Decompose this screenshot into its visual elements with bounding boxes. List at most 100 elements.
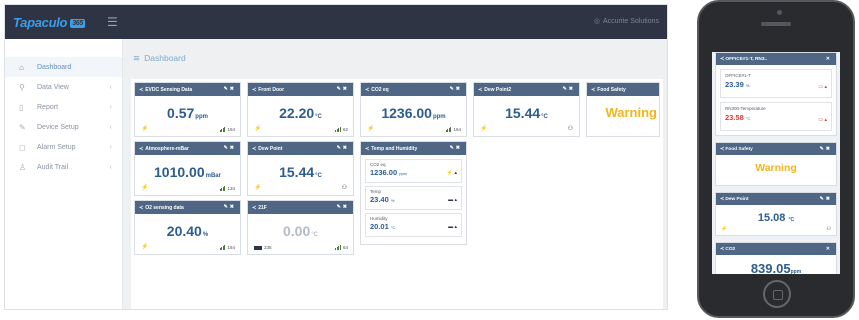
- card-tools[interactable]: ✎✖: [337, 145, 349, 151]
- widget-card[interactable]: ≺ CO2 eq ✎✖ 1236.00ppm ⚡ 164: [360, 82, 467, 137]
- card-tools[interactable]: ✎✖: [224, 86, 236, 92]
- plug-icon: ⚡: [141, 244, 149, 250]
- value-number: 0.00: [283, 223, 311, 239]
- document-icon: ▯: [19, 102, 24, 112]
- phone-widget-card[interactable]: ≺ CO2 ✕ 839.05ppm: [715, 242, 837, 274]
- widget-card[interactable]: ≺ O2 sensing data ✎✖ 20.40% ⚡ 164: [134, 200, 241, 255]
- plug-icon: ⚡: [141, 185, 149, 191]
- card-tools[interactable]: ✎✖: [450, 145, 462, 151]
- card-tools[interactable]: ✎✖: [820, 196, 832, 202]
- phone-widget-card[interactable]: ≺ Food Safety ✎✖ Warning: [715, 142, 837, 186]
- share-icon[interactable]: ≺: [365, 146, 369, 152]
- widget-card[interactable]: ≺ EVDC Sensing Data ✎✖ 0.57ppm ⚡ 164: [134, 82, 241, 137]
- card-title: Temp and Humidity: [371, 145, 418, 152]
- search-icon: ⚲: [19, 82, 25, 92]
- value-unit: °C: [745, 116, 751, 121]
- value-number: 23.40: [370, 195, 389, 204]
- sub-reading-value: 23.40 %: [370, 195, 457, 204]
- card-header: ≺ Front Door ✎✖: [248, 83, 353, 96]
- widget-card[interactable]: ≺ Food Safety Warning: [586, 82, 660, 137]
- share-icon[interactable]: ≺: [252, 146, 256, 152]
- phone-device: ≺ OFFICE#1-T, RN3.. ✕ OFFICE#1-T 23.39 %…: [697, 0, 855, 318]
- sub-reading[interactable]: CO2 eq 1236.00 ppm ⚡ ▴: [365, 159, 462, 183]
- user-name: Accurite Solutions: [602, 17, 659, 25]
- battery-indicator: 235: [254, 245, 272, 250]
- widget-card[interactable]: ≺ Dew Point2 ✎✖ 15.44°C ⚡ ⚇: [473, 82, 580, 137]
- sub-reading-label: OFFICE#1-T: [725, 73, 751, 78]
- signal-indicator: 164: [445, 127, 461, 132]
- desktop-app-window: Tapaculo 365 ☰ ◎ Accurite Solutions ⌂ Das…: [4, 4, 668, 310]
- share-icon[interactable]: ≺: [252, 205, 256, 211]
- card-tools[interactable]: ✎✖: [820, 146, 832, 152]
- signal-indicator: 64: [335, 245, 348, 250]
- close-icon[interactable]: ✕: [826, 246, 832, 252]
- sub-reading[interactable]: Temp 23.40 % ▬ ▴: [365, 186, 462, 210]
- card-body: 1236.00ppm ⚡ 164: [361, 96, 466, 136]
- widget-card[interactable]: ≺ Atmosphere-mBar ✎✖ 1010.00mBar ⚡ 134: [134, 141, 241, 196]
- card-title: Atmosphere-mBar: [145, 145, 189, 152]
- card-tools[interactable]: ✎✖: [224, 204, 236, 210]
- sidebar-item-device-setup[interactable]: ✎ Device Setup ‹: [5, 117, 122, 137]
- multi-widget-card[interactable]: ≺ Temp and Humidity ✎✖ CO2 eq 1236.00 pp…: [360, 141, 467, 245]
- card-body: 15.44°C ⚡ ⚇: [248, 155, 353, 195]
- card-header: ≺ Dew Point ✎✖: [248, 142, 353, 155]
- value-number: 20.40: [166, 223, 202, 239]
- card-tools[interactable]: ✎✖: [224, 145, 236, 151]
- card-title: Food Safety: [725, 146, 753, 152]
- card-header: ≺ CO2 ✕: [716, 243, 836, 255]
- card-tools[interactable]: ✎✖: [563, 86, 575, 92]
- hamburger-menu-icon[interactable]: ☰: [107, 15, 118, 29]
- widget-card[interactable]: ≺ 21F ✎✖ 0.00°C 235 64: [247, 200, 354, 255]
- widget-card[interactable]: ≺ Front Door ✎✖ 22.20°C ⚡ 62: [247, 82, 354, 137]
- phone-widget-card[interactable]: ≺ Dew Point ✎✖ 15.08 °C ⚡ ⚇: [715, 192, 837, 236]
- value-unit: °C: [541, 114, 548, 120]
- sub-reading-label: RN300-Temperature: [725, 106, 766, 111]
- share-icon[interactable]: ≺: [139, 205, 143, 211]
- sub-reading[interactable]: RN300-Temperature 23.58 °C ▭ ▴: [720, 102, 832, 131]
- card-value: 1010.00mBar: [135, 164, 240, 180]
- card-value: 0.57ppm: [135, 105, 240, 121]
- card-tools[interactable]: ✎✖: [337, 204, 349, 210]
- user-menu[interactable]: ◎ Accurite Solutions: [594, 17, 659, 26]
- widget-card[interactable]: ≺ Dew Point ✎✖ 15.44°C ⚡ ⚇: [247, 141, 354, 196]
- sidebar-item-dashboard[interactable]: ⌂ Dashboard: [5, 57, 122, 77]
- card-tools[interactable]: ✎✖: [450, 86, 462, 92]
- card-header: ≺ Food Safety: [587, 83, 659, 96]
- share-icon[interactable]: ≺: [478, 87, 482, 93]
- sub-reading[interactable]: OFFICE#1-T 23.39 % ▭ ▴: [720, 69, 832, 98]
- app-logo[interactable]: Tapaculo 365: [13, 15, 85, 30]
- share-icon[interactable]: ≺: [139, 146, 143, 152]
- sidebar-item-data-view[interactable]: ⚲ Data View ‹: [5, 77, 122, 97]
- share-icon[interactable]: ≺: [365, 87, 369, 93]
- chevron-left-icon: ‹: [109, 143, 112, 151]
- card-tools[interactable]: ✎✖: [337, 86, 349, 92]
- sidebar-item-report[interactable]: ▯ Report ‹: [5, 97, 122, 117]
- network-icon: ⚇: [567, 126, 573, 132]
- value-unit: °C: [315, 114, 322, 120]
- card-header: ≺ CO2 eq ✎✖: [361, 83, 466, 96]
- phone-widget-card[interactable]: ≺ OFFICE#1-T, RN3.. ✕ OFFICE#1-T 23.39 %…: [715, 52, 837, 136]
- sidebar-item-label: Alarm Setup: [37, 143, 76, 151]
- value-unit: °C: [311, 232, 318, 238]
- signal-value: 64: [342, 245, 348, 250]
- card-title: EVDC Sensing Data: [145, 86, 193, 93]
- value-unit: °C: [390, 225, 396, 230]
- card-title: Front Door: [258, 86, 285, 93]
- value-unit: ppm: [195, 114, 208, 120]
- sub-reading-label: Humidity: [370, 216, 388, 221]
- share-icon[interactable]: ≺: [591, 87, 595, 93]
- logo-text: Tapaculo: [13, 14, 68, 30]
- share-icon[interactable]: ≺: [252, 87, 256, 93]
- home-button[interactable]: [763, 280, 791, 308]
- sidebar-item-alarm-setup[interactable]: ◻ Alarm Setup ‹: [5, 137, 122, 157]
- close-icon[interactable]: ✕: [826, 56, 832, 62]
- sub-reading-value: 1236.00 ppm: [370, 168, 457, 177]
- dashboard-icon: ≋: [133, 52, 141, 63]
- card-title: CO2: [725, 246, 736, 252]
- share-icon[interactable]: ≺: [139, 87, 143, 93]
- sub-reading[interactable]: Humidity 20.01 °C ▬ ▴: [365, 213, 462, 237]
- sidebar-item-audit-trail[interactable]: ♙ Audit Trail ‹: [5, 157, 122, 177]
- card-body: Warning: [716, 155, 836, 185]
- card-body: 20.40% ⚡ 164: [135, 214, 240, 254]
- status-icons: ▬ ▴: [448, 224, 457, 230]
